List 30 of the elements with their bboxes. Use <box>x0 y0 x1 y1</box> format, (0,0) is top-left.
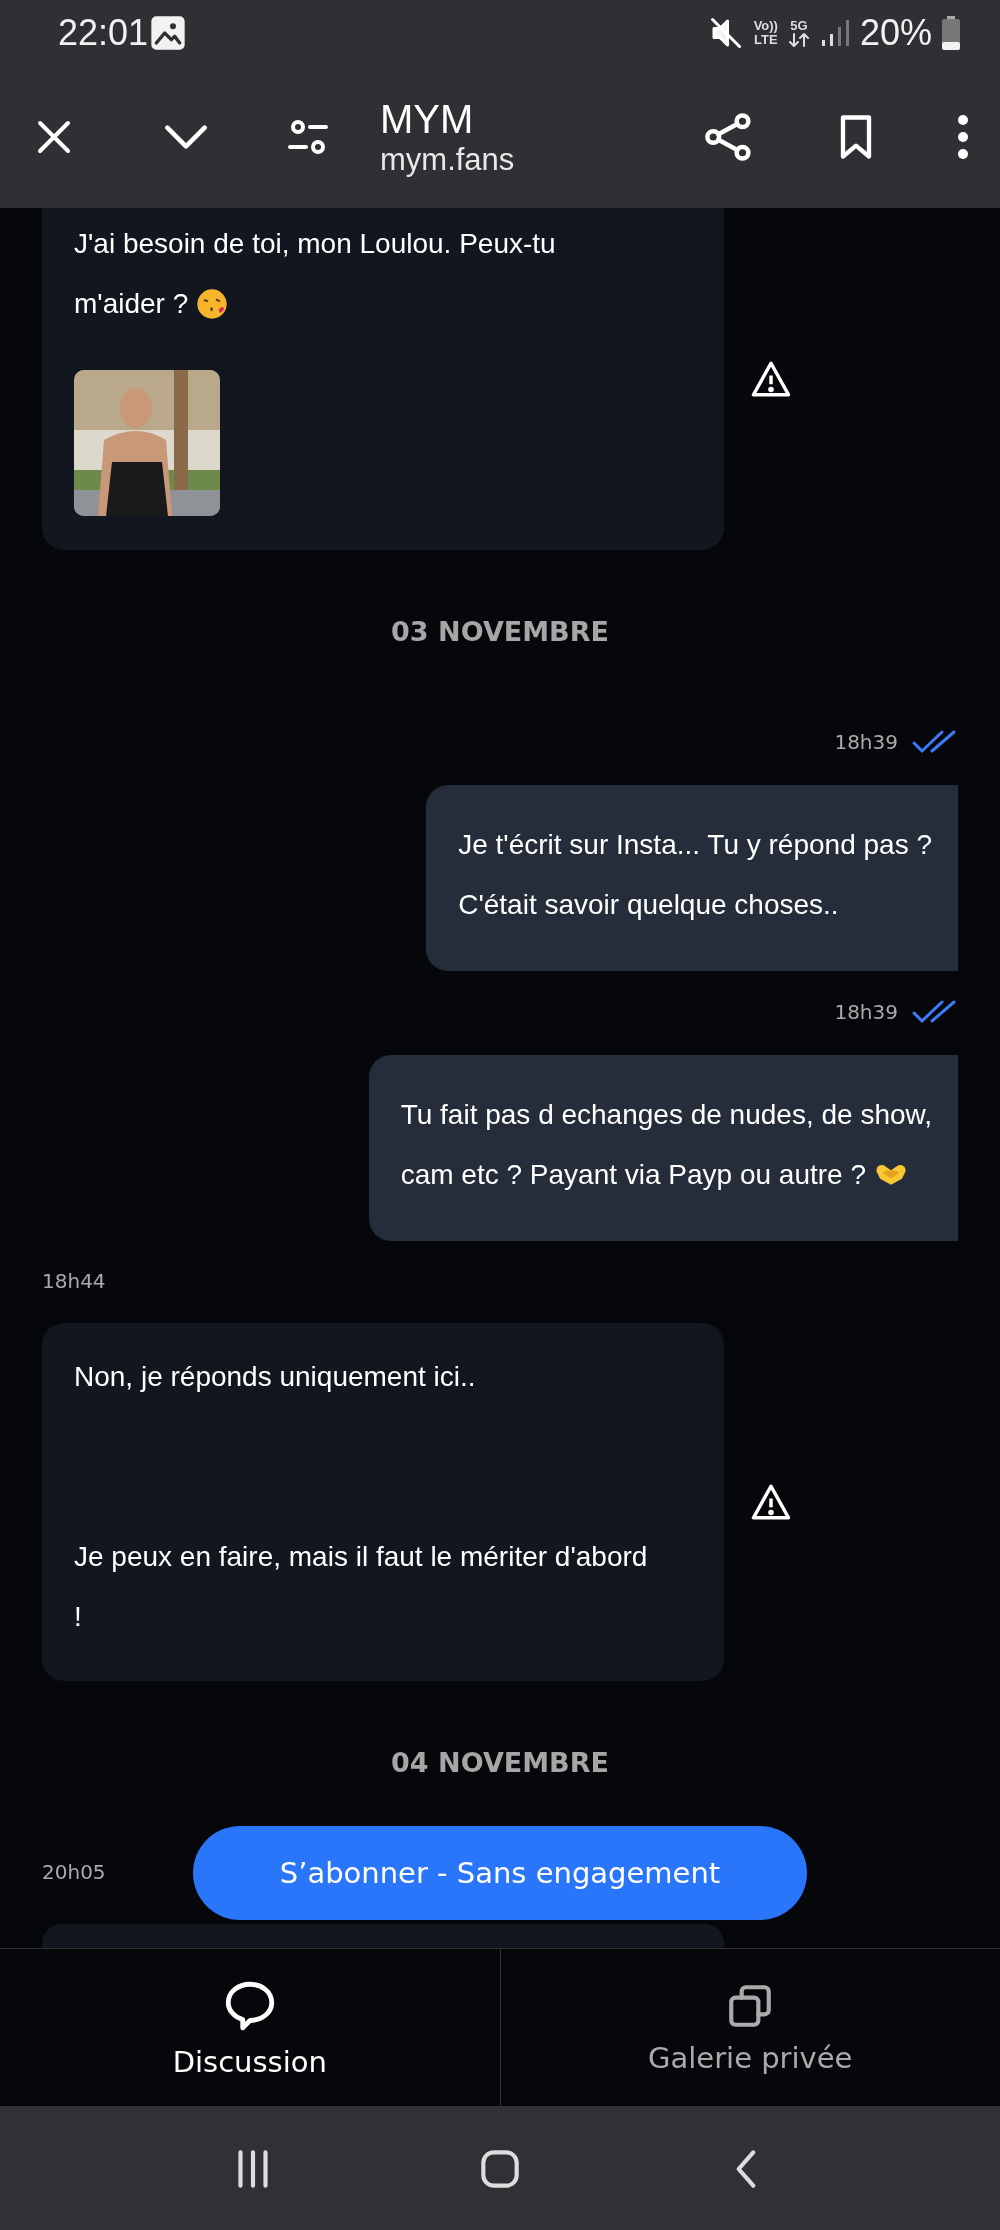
signal-icon <box>819 17 850 48</box>
message-text: Tu fait pas d echanges de nudes, de show, <box>400 1098 932 1132</box>
page-url: mym.fans <box>380 141 515 178</box>
lte-label: LTE <box>754 32 778 47</box>
page-title: MYM <box>380 95 475 142</box>
message-text: Je peux en faire, mais il faut le mériter d'abord <box>74 1540 648 1574</box>
message-text: m'aider ? <box>74 287 189 321</box>
message-time: 18h39 <box>834 730 898 754</box>
message-time: 18h39 <box>834 1000 898 1024</box>
subscribe-button[interactable]: S’abonner - Sans engagement <box>193 1826 807 1920</box>
network-label: 5G <box>790 18 808 33</box>
message-text: cam etc ? Payant via Payp ou autre ? <box>400 1158 867 1192</box>
message-time: 18h44 <box>42 1269 106 1293</box>
more-menu-icon[interactable] <box>956 113 970 160</box>
date-divider: 03 NOVEMBRE <box>391 616 609 647</box>
message-text: Non, je réponds uniquement ici.. <box>74 1360 476 1394</box>
date-divider: 04 NOVEMBRE <box>391 1747 609 1778</box>
tab[interactable]: Galerie privée <box>499 1949 1000 2106</box>
clock: 22:01 <box>58 11 149 54</box>
message-text: C'était savoir quelque choses.. <box>458 888 839 922</box>
battery-percent: 20% <box>859 11 932 54</box>
message-text: J'ai besoin de toi, mon Loulou. Peux-tu <box>74 227 556 261</box>
kiss-face-icon <box>196 288 229 320</box>
data-arrows-icon <box>787 32 810 47</box>
battery-icon <box>942 15 960 50</box>
message-time: 20h05 <box>42 1860 106 1884</box>
message-text: Je t'écrit sur Insta... Tu y répond pas ? <box>458 828 932 862</box>
message-text: ! <box>74 1600 82 1634</box>
tab[interactable]: Discussion <box>0 1949 500 2106</box>
volte-label: Vo)) <box>753 18 778 33</box>
